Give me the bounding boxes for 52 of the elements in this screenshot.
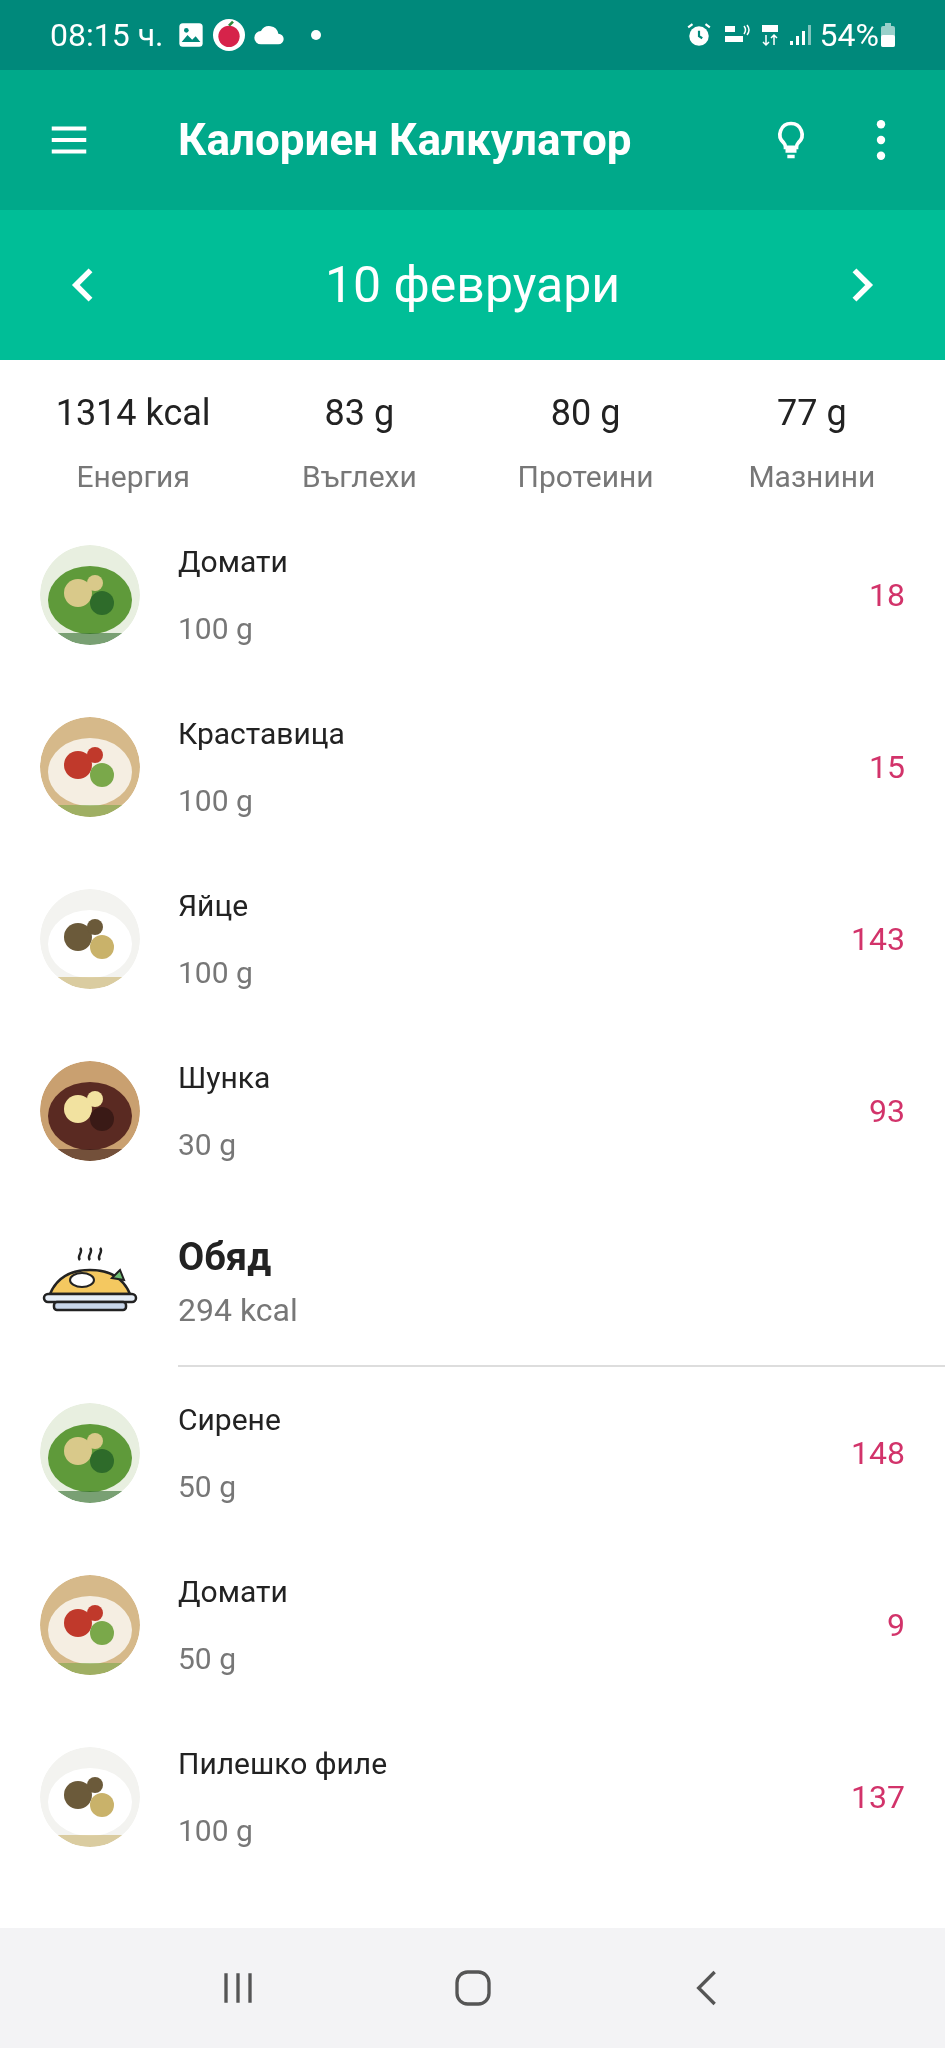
apple-icon bbox=[213, 19, 246, 51]
nutrient-label: Въглехи bbox=[302, 458, 417, 496]
nutrient-label: Протеини bbox=[517, 458, 654, 496]
food-name: Сирене bbox=[178, 1401, 282, 1439]
calories: 18 bbox=[869, 575, 905, 616]
food-amount: 100 g bbox=[178, 1812, 254, 1850]
food-name: Краставица bbox=[178, 715, 346, 753]
calories: 9 bbox=[887, 1605, 905, 1646]
food-row[interactable]: Домати 100 g 18 bbox=[0, 509, 945, 681]
calories: 143 bbox=[851, 919, 905, 960]
meal-calories: 294 kcal bbox=[178, 1289, 299, 1331]
calories: 15 bbox=[869, 747, 905, 788]
food-amount: 100 g bbox=[178, 610, 254, 648]
food-row[interactable]: Сирене 50 g 148 bbox=[0, 1367, 945, 1539]
nutrient-value: 80 g bbox=[550, 391, 621, 436]
food-name: Яйце bbox=[178, 887, 250, 925]
nutrient-label: Мазнини bbox=[748, 458, 876, 496]
nutrient-value: 77 g bbox=[777, 391, 847, 436]
meal-title: Обяд bbox=[178, 1233, 273, 1281]
food-amount: 100 g bbox=[178, 782, 254, 820]
food-name: Шунка bbox=[178, 1059, 272, 1097]
food-row[interactable]: Домати 50 g 9 bbox=[0, 1539, 945, 1711]
food-row[interactable]: Шунка 30 g 93 bbox=[0, 1025, 945, 1197]
signal-icon bbox=[787, 23, 812, 47]
nutrient-label: Енергия bbox=[76, 458, 190, 496]
calories: 148 bbox=[851, 1433, 905, 1474]
calories: 137 bbox=[851, 1777, 905, 1818]
food-name: Домати bbox=[178, 1573, 289, 1611]
date-label: 10 февруари bbox=[324, 254, 621, 316]
nutrient-value: 83 g bbox=[324, 391, 395, 436]
clock: 08:15 ч. bbox=[50, 15, 164, 56]
nutrient-value: 1314 kcal bbox=[55, 391, 211, 436]
alarm-icon bbox=[685, 22, 712, 48]
more-icon bbox=[876, 119, 886, 161]
image-icon bbox=[177, 21, 206, 49]
dot-icon bbox=[311, 30, 322, 40]
food-row[interactable]: Краставица 100 g 15 bbox=[0, 681, 945, 853]
battery-percent: 54% bbox=[819, 15, 879, 56]
food-amount: 30 g bbox=[178, 1126, 237, 1164]
food-amount: 100 g bbox=[178, 954, 254, 992]
cloud-icon bbox=[253, 24, 286, 46]
food-row[interactable]: Пилешко филе 100 g 137 bbox=[0, 1711, 945, 1883]
food-amount: 50 g bbox=[178, 1640, 237, 1678]
food-amount: 50 g bbox=[178, 1468, 237, 1506]
food-name: Домати bbox=[178, 543, 289, 581]
calories: 93 bbox=[869, 1091, 905, 1132]
battery-icon bbox=[881, 23, 895, 47]
data-arrows-icon bbox=[759, 22, 780, 48]
food-name: Пилешко филе bbox=[178, 1745, 389, 1783]
food-row[interactable]: Яйце 100 g 143 bbox=[0, 853, 945, 1025]
home-icon bbox=[452, 1968, 493, 2008]
app-title: Калориен Калкулатор bbox=[178, 113, 633, 168]
